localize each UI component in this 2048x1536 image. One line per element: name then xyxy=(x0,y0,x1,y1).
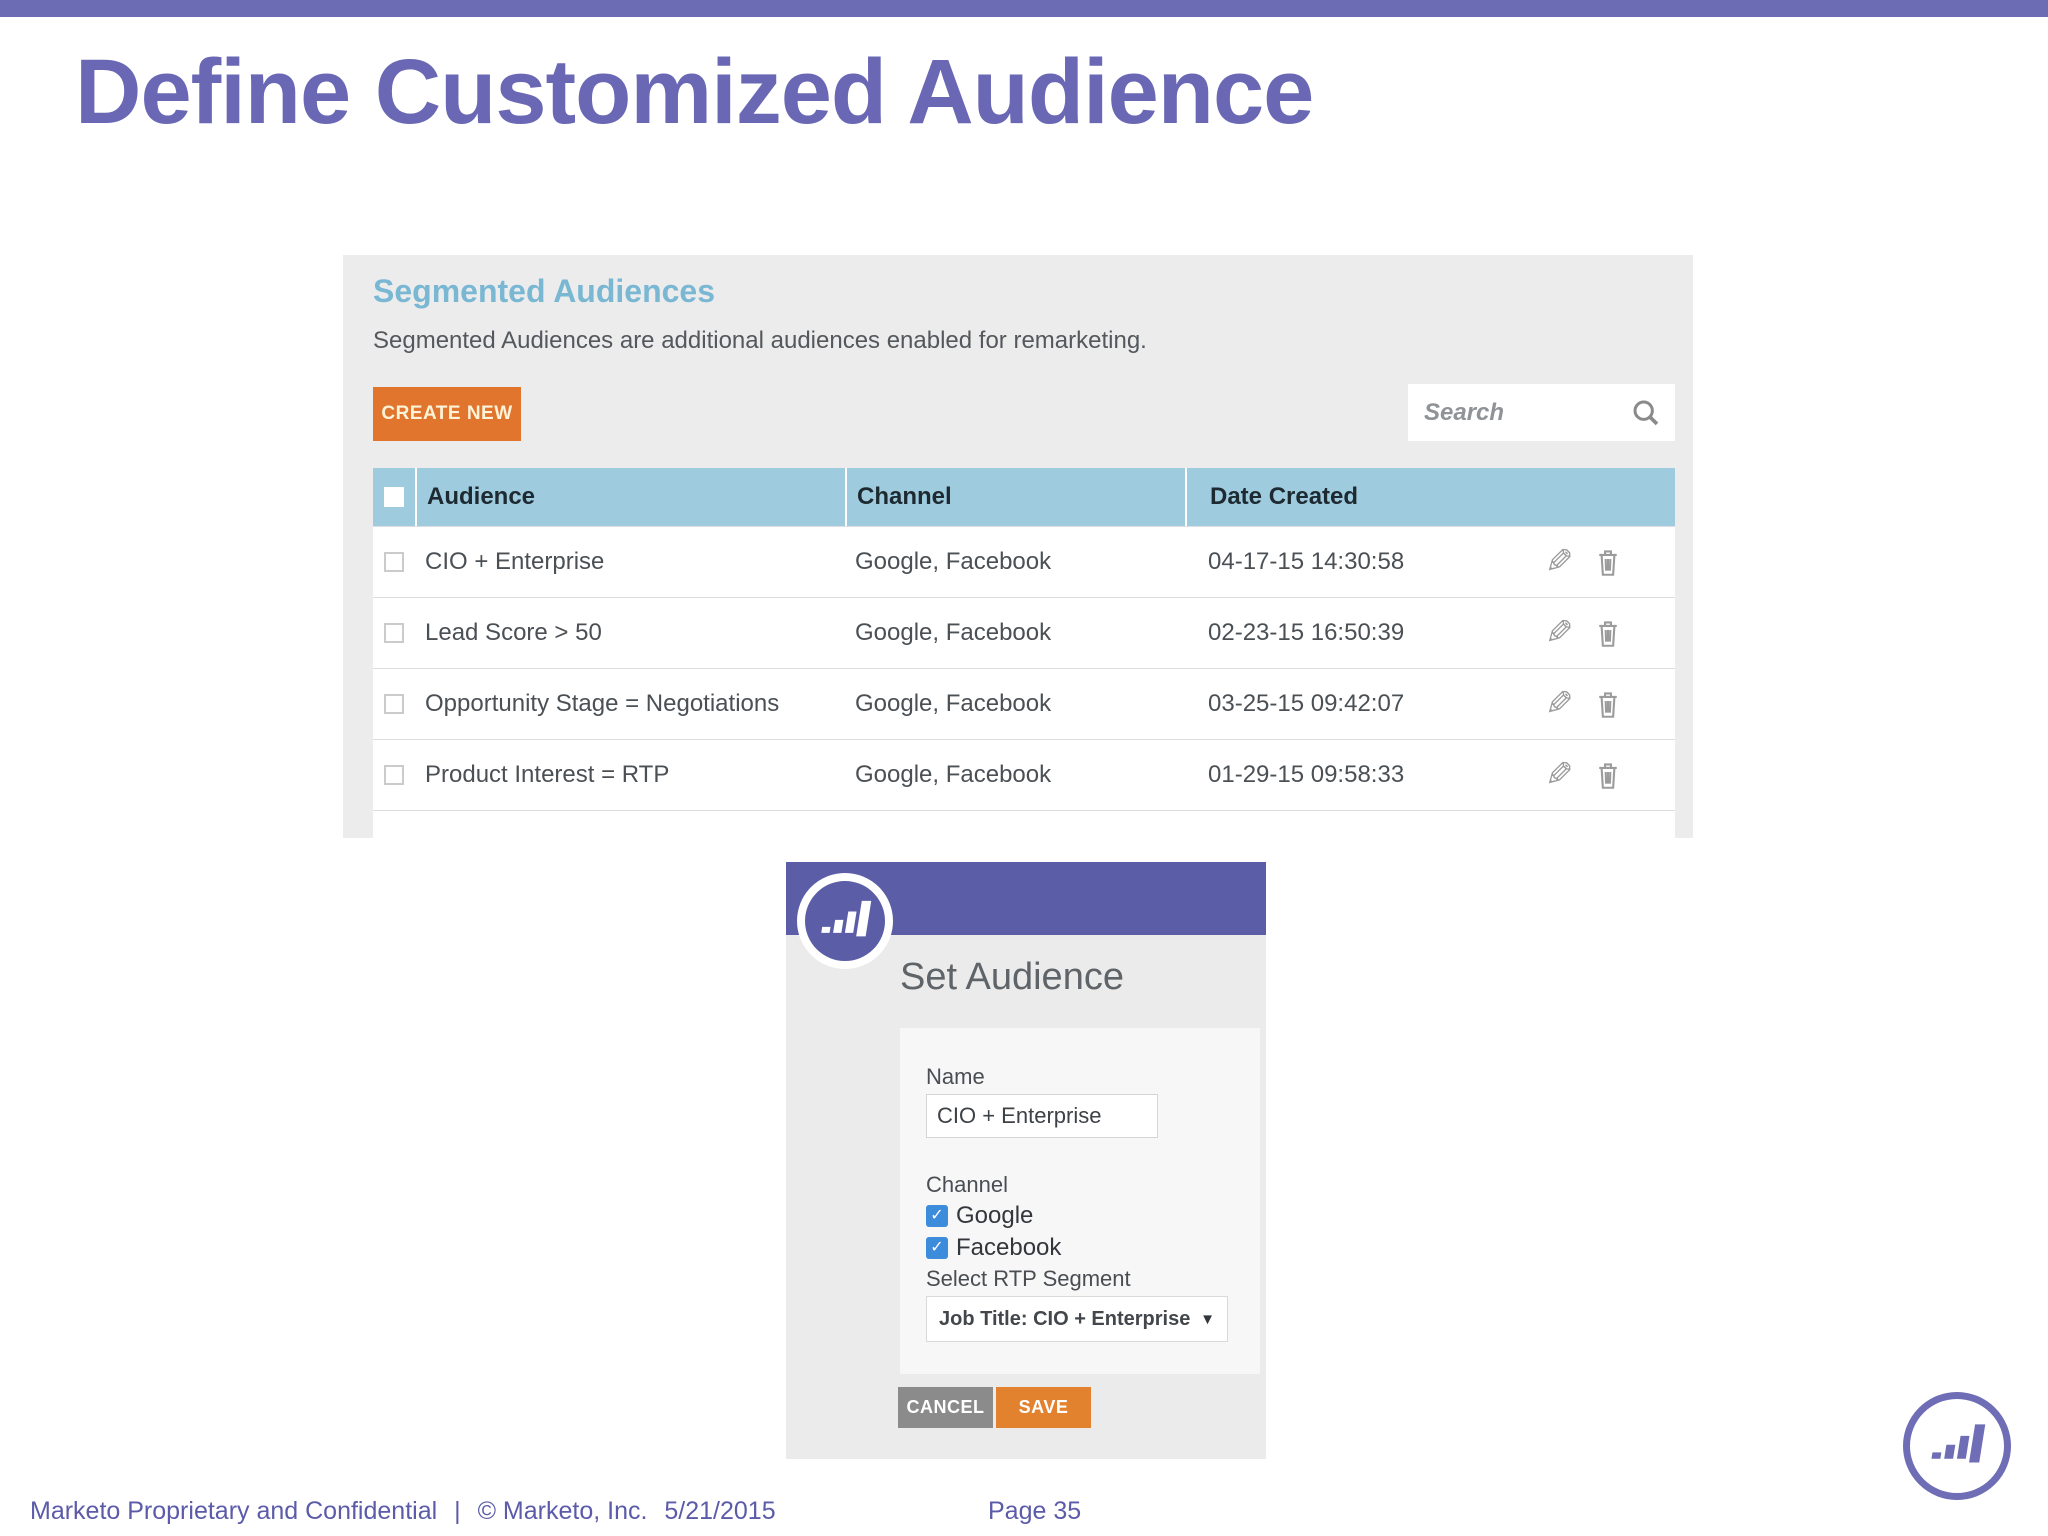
cancel-button[interactable]: CANCEL xyxy=(898,1387,993,1428)
search-input[interactable] xyxy=(1408,384,1631,441)
delete-icon[interactable] xyxy=(1594,547,1622,578)
table-row: Product Interest = RTP Google, Facebook … xyxy=(373,739,1675,810)
create-new-button[interactable]: CREATE NEW xyxy=(373,387,521,441)
footer-date: 5/21/2015 xyxy=(664,1497,776,1525)
slide-accent-bar xyxy=(0,0,2048,17)
channel-cell: Google, Facebook xyxy=(855,548,1052,575)
audience-cell: Product Interest = RTP xyxy=(425,761,670,788)
rtp-segment-value: Job Title: CIO + Enterprise xyxy=(939,1307,1191,1330)
footer-confidential: Marketo Proprietary and Confidential xyxy=(30,1497,438,1525)
panel-description: Segmented Audiences are additional audie… xyxy=(373,327,1147,354)
panel-heading: Segmented Audiences xyxy=(373,273,716,309)
channel-label: Channel xyxy=(926,1172,1008,1197)
segmented-audiences-panel: Segmented Audiences Segmented Audiences … xyxy=(343,255,1693,838)
column-header-channel[interactable]: Channel xyxy=(845,468,1185,526)
select-all-checkbox[interactable] xyxy=(384,487,404,507)
date-created-cell: 04-17-15 14:30:58 xyxy=(1208,548,1405,575)
date-created-cell: 02-23-15 16:50:39 xyxy=(1208,619,1405,646)
edit-icon[interactable]: ✎ xyxy=(1545,543,1574,581)
audiences-table: Audience Channel Date Created CIO + Ente… xyxy=(373,468,1675,838)
search-icon[interactable] xyxy=(1631,398,1661,428)
table-header-row: Audience Channel Date Created xyxy=(373,468,1675,526)
set-audience-modal: Set Audience Name Channel ✓ Google ✓ Fac… xyxy=(786,862,1266,1459)
delete-icon[interactable] xyxy=(1594,760,1622,791)
page-number: Page 35 xyxy=(988,1497,1082,1525)
date-created-cell: 01-29-15 09:58:33 xyxy=(1208,761,1405,788)
audience-cell: Lead Score > 50 xyxy=(425,619,602,646)
footer-text: Marketo Proprietary and Confidential | ©… xyxy=(30,1497,786,1526)
delete-icon[interactable] xyxy=(1594,618,1622,649)
channel-cell: Google, Facebook xyxy=(855,690,1052,717)
rtp-segment-dropdown[interactable]: Job Title: CIO + Enterprise ▼ xyxy=(926,1296,1228,1342)
audience-cell: Opportunity Stage = Negotiations xyxy=(425,690,780,717)
modal-form-card: Name Channel ✓ Google ✓ Facebook Select … xyxy=(900,1028,1260,1374)
footer-separator: | xyxy=(454,1497,461,1525)
footer-copyright: © Marketo, Inc. xyxy=(477,1497,648,1525)
channel-cell: Google, Facebook xyxy=(855,761,1052,788)
column-header-date-created[interactable]: Date Created xyxy=(1185,468,1533,526)
channel-option-label: Facebook xyxy=(956,1234,1062,1261)
channel-option-facebook[interactable]: ✓ Facebook xyxy=(926,1234,1061,1262)
row-checkbox[interactable] xyxy=(384,765,404,785)
table-row-partial xyxy=(373,810,1675,838)
channel-option-google[interactable]: ✓ Google xyxy=(926,1202,1033,1230)
date-created-cell: 03-25-15 09:42:07 xyxy=(1208,690,1405,717)
page-title: Define Customized Audience xyxy=(75,41,1314,143)
checkbox-checked-icon[interactable]: ✓ xyxy=(926,1205,948,1227)
marketo-logo-icon xyxy=(1903,1392,2011,1500)
chevron-down-icon: ▼ xyxy=(1200,1310,1215,1328)
checkbox-checked-icon[interactable]: ✓ xyxy=(926,1237,948,1259)
table-row: Opportunity Stage = Negotiations Google,… xyxy=(373,668,1675,739)
audience-cell: CIO + Enterprise xyxy=(425,548,605,575)
save-button[interactable]: SAVE xyxy=(996,1387,1091,1428)
marketo-logo-icon xyxy=(797,873,893,969)
edit-icon[interactable]: ✎ xyxy=(1545,685,1574,723)
segment-label: Select RTP Segment xyxy=(926,1266,1131,1291)
channel-option-label: Google xyxy=(956,1202,1034,1229)
row-checkbox[interactable] xyxy=(384,623,404,643)
name-field[interactable] xyxy=(926,1094,1158,1138)
search-box[interactable] xyxy=(1408,384,1675,441)
delete-icon[interactable] xyxy=(1594,689,1622,720)
edit-icon[interactable]: ✎ xyxy=(1545,614,1574,652)
modal-title: Set Audience xyxy=(900,956,1124,998)
edit-icon[interactable]: ✎ xyxy=(1545,756,1574,794)
column-header-audience[interactable]: Audience xyxy=(415,468,845,526)
table-row: Lead Score > 50 Google, Facebook 02-23-1… xyxy=(373,597,1675,668)
row-checkbox[interactable] xyxy=(384,694,404,714)
channel-cell: Google, Facebook xyxy=(855,619,1052,646)
table-row: CIO + Enterprise Google, Facebook 04-17-… xyxy=(373,526,1675,597)
name-label: Name xyxy=(926,1064,985,1089)
row-checkbox[interactable] xyxy=(384,552,404,572)
